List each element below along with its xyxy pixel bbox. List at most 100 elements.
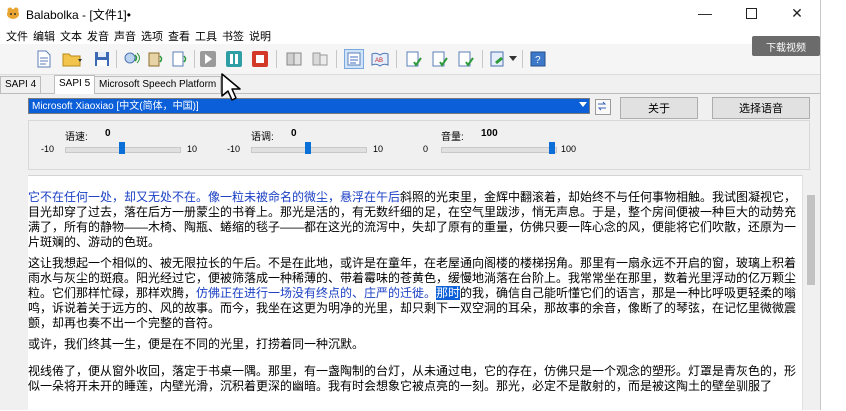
download-video-label: 下载视频 xyxy=(766,42,806,54)
open-file-button[interactable] xyxy=(60,49,86,69)
stop-icon xyxy=(252,51,268,67)
voice-settings-button[interactable] xyxy=(595,99,611,115)
menu-text[interactable]: 文本 xyxy=(60,28,82,44)
convert-button[interactable] xyxy=(430,49,450,69)
paragraph-3: 或许，我们终其一生，便是在不同的光里，打捞着同一种沉默。 xyxy=(28,337,365,351)
toolbar: AB ? xyxy=(0,44,820,75)
split-file-icon xyxy=(312,52,328,66)
menu-view[interactable]: 查看 xyxy=(168,28,190,44)
split-audio-button[interactable] xyxy=(310,49,330,69)
download-video-button[interactable]: 下载视频 xyxy=(752,36,820,56)
read-aloud-button[interactable] xyxy=(122,49,142,69)
chevron-down-icon xyxy=(509,56,517,61)
highlight-mode-button[interactable] xyxy=(344,49,364,69)
highlight-text-icon xyxy=(347,52,361,66)
pitch-slider-thumb[interactable] xyxy=(305,142,311,154)
paragraph-4: 视线倦了，便从窗外收回，落定于书桌一隅。那里，有一盏陶制的台灯，从未通过电，它的… xyxy=(28,364,797,393)
about-voice-button[interactable]: 关于 xyxy=(620,97,698,119)
toolbar-separator xyxy=(276,50,277,68)
menu-tools[interactable]: 工具 xyxy=(195,28,217,44)
toolbar-separator xyxy=(482,50,483,68)
save-audio-button[interactable] xyxy=(284,49,304,69)
maximize-button[interactable] xyxy=(728,0,774,26)
about-voice-label: 关于 xyxy=(648,103,670,115)
window-title: Balabolka - [文件1]• xyxy=(26,8,131,22)
menu-audio[interactable]: 声音 xyxy=(114,28,136,44)
menu-help[interactable]: 说明 xyxy=(249,28,271,44)
menu-bookmarks[interactable]: 书签 xyxy=(222,28,244,44)
volume-slider[interactable] xyxy=(441,147,557,153)
minimize-button[interactable]: — xyxy=(682,0,728,26)
open-book-icon: AB xyxy=(371,52,389,67)
menu-speech[interactable]: 发音 xyxy=(87,28,109,44)
help-button[interactable]: ? xyxy=(528,49,548,69)
pitch-max: 10 xyxy=(373,144,384,154)
paragraph-2: 这让我想起一个相似的、被无限拉长的午后。不是在此地，或许是在童年，在老屋通向阁楼… xyxy=(28,256,798,331)
tab-sapi4[interactable]: SAPI 4 xyxy=(0,76,42,93)
audio-dropdown-button[interactable] xyxy=(508,49,518,69)
spoken-text: 它不在任何一处，却又无处不在。像一粒未被命名的微尘，悬浮在午后 xyxy=(28,190,401,204)
volume-min: 0 xyxy=(423,144,429,154)
volume-slider-thumb[interactable] xyxy=(549,142,555,154)
title-bar: Balabolka - [文件1]• — ✕ xyxy=(0,0,820,26)
balabolka-window: Balabolka - [文件1]• — ✕ 文件 编辑 文本 发音 声音 选项… xyxy=(0,0,821,411)
rate-slider-thumb[interactable] xyxy=(119,142,125,154)
tab-speech-platform[interactable]: Microsoft Speech Platform xyxy=(94,76,222,93)
current-word-highlight: 那时 xyxy=(436,286,461,300)
close-button[interactable]: ✕ xyxy=(774,0,820,26)
spell-check-button[interactable] xyxy=(404,49,424,69)
text-editor[interactable]: 它不在任何一处，却又无处不在。像一粒未被命名的微尘，悬浮在午后斜照的光束里，金辉… xyxy=(28,175,802,411)
play-button[interactable] xyxy=(198,49,218,69)
toolbar-separator xyxy=(116,50,117,68)
pronunciation-button[interactable] xyxy=(456,49,476,69)
voice-select[interactable]: Microsoft Xiaoxiao [中文(简体，中国)] xyxy=(28,98,590,114)
play-icon xyxy=(200,51,216,67)
convert-text-icon xyxy=(432,51,448,67)
select-voice-label: 选择语音 xyxy=(739,103,783,115)
voice-row: Microsoft Xiaoxiao [中文(简体，中国)] 关于 选择语音 xyxy=(0,94,820,122)
rate-label: 语速: xyxy=(65,132,88,143)
read-clipboard-button[interactable] xyxy=(146,49,166,69)
scrollbar-thumb[interactable] xyxy=(807,195,815,285)
select-voice-button[interactable]: 选择语音 xyxy=(712,97,810,119)
voice-select-value: Microsoft Xiaoxiao [中文(简体，中国)] xyxy=(32,101,199,112)
engine-tabs: SAPI 4 SAPI 5 Microsoft Speech Platform xyxy=(0,75,820,94)
voice-parameters: 语速: 0 -10 10 语调: 0 -10 10 音量: 100 0 100 xyxy=(28,120,810,170)
audio-file-icon xyxy=(286,52,302,66)
new-document-icon xyxy=(37,50,51,68)
green-arrow-icon xyxy=(490,51,504,67)
pause-button[interactable] xyxy=(224,49,244,69)
tab-sapi5[interactable]: SAPI 5 xyxy=(54,75,96,94)
pitch-label: 语调: xyxy=(251,132,274,143)
book-mode-button[interactable]: AB xyxy=(370,49,390,69)
audio-clipboard-button[interactable] xyxy=(488,49,508,69)
stop-button[interactable] xyxy=(250,49,270,69)
save-button[interactable] xyxy=(92,49,112,69)
chevron-down-icon xyxy=(579,102,587,107)
menu-file[interactable]: 文件 xyxy=(6,28,28,44)
toolbar-separator xyxy=(194,50,195,68)
volume-max: 100 xyxy=(561,144,577,154)
save-disk-icon xyxy=(95,52,109,66)
file-speak-icon xyxy=(172,51,187,67)
toolbar-separator xyxy=(522,50,523,68)
menu-edit[interactable]: 编辑 xyxy=(33,28,55,44)
vertical-scrollbar[interactable] xyxy=(802,175,819,410)
menu-options[interactable]: 选项 xyxy=(141,28,163,44)
rate-value: 0 xyxy=(105,128,111,139)
pause-icon xyxy=(226,51,242,67)
pitch-min: -10 xyxy=(227,144,241,154)
toolbar-separator xyxy=(336,50,337,68)
spell-check-icon xyxy=(406,51,422,67)
rate-min: -10 xyxy=(41,144,55,154)
new-document-button[interactable] xyxy=(34,49,54,69)
read-file-button[interactable] xyxy=(170,49,190,69)
svg-text:AB: AB xyxy=(375,58,383,64)
close-icon: ✕ xyxy=(791,4,803,21)
speak-head-icon xyxy=(124,52,140,64)
volume-label: 音量: xyxy=(441,132,464,143)
svg-text:?: ? xyxy=(535,55,541,66)
folder-open-icon xyxy=(62,53,82,67)
help-icon: ? xyxy=(530,51,546,67)
clipboard-speak-icon xyxy=(148,52,163,67)
